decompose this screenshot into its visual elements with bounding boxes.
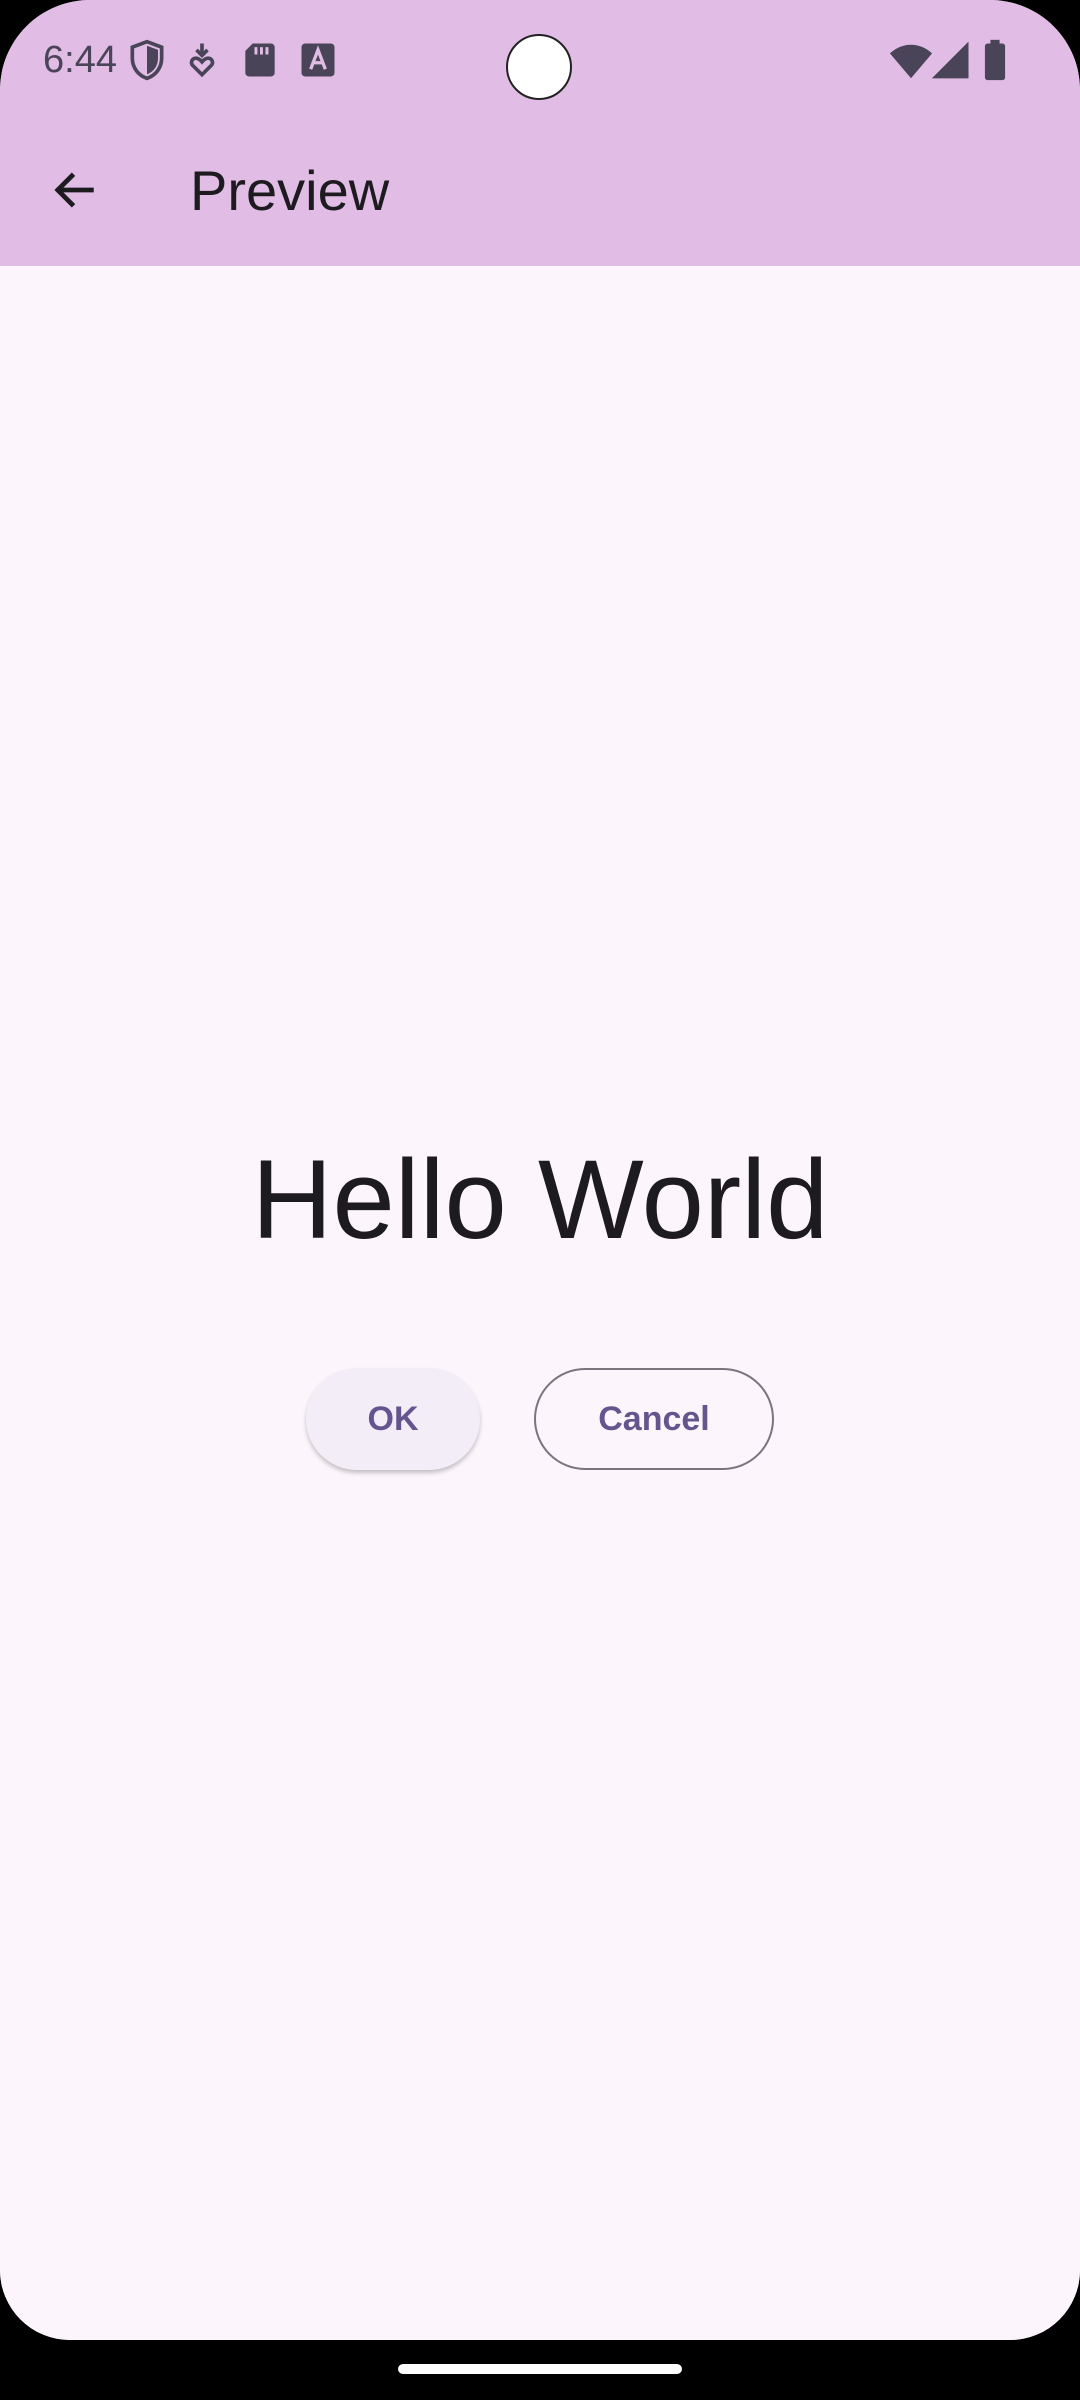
ok-button-label: OK — [367, 1399, 419, 1438]
shield-icon — [125, 38, 169, 82]
cancel-button-label: Cancel — [598, 1399, 710, 1438]
cancel-button[interactable]: Cancel — [534, 1368, 774, 1470]
hello-heading: Hello World — [251, 1137, 829, 1262]
status-time: 6:44 — [43, 39, 117, 81]
battery-icon — [980, 38, 1010, 82]
ok-button[interactable]: OK — [306, 1368, 480, 1470]
top-app-bar: Preview — [0, 118, 1080, 266]
status-bar: 6:44 — [0, 0, 1080, 118]
screen: 6:44 Preview Hello World OK Cancel — [0, 0, 1080, 2400]
text-a-icon — [296, 38, 340, 82]
app-window: 6:44 Preview Hello World OK Cancel — [0, 0, 1080, 2340]
back-button[interactable] — [30, 148, 118, 236]
camera-cutout — [506, 34, 572, 100]
arrow-back-icon — [48, 164, 100, 221]
page-title: Preview — [190, 159, 390, 222]
wifi-icon — [888, 38, 934, 84]
home-indicator[interactable] — [398, 2364, 682, 2374]
heart-download-icon — [180, 38, 224, 82]
sd-card-icon — [238, 38, 282, 82]
signal-icon — [930, 38, 974, 82]
main-content — [0, 266, 1080, 2340]
